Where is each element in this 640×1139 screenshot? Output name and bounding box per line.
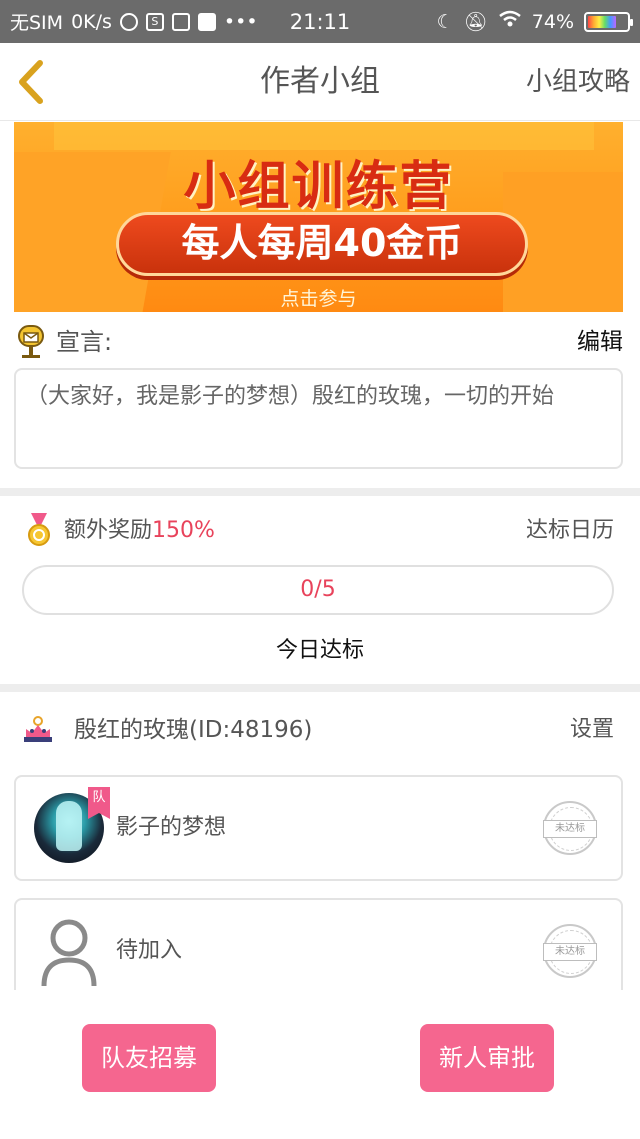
member-name: 待加入 xyxy=(116,938,183,963)
database-icon xyxy=(171,12,190,31)
mail-icon xyxy=(197,12,216,31)
planet-icon xyxy=(119,12,138,31)
more-dots-icon: ••• xyxy=(223,10,258,33)
mailbox-icon xyxy=(16,324,46,360)
not-reached-stamp-icon: 未达标 xyxy=(543,924,597,978)
section-divider xyxy=(0,684,640,692)
battery-icon xyxy=(584,11,633,32)
nav-bar: 作者小组 小组攻略 xyxy=(0,43,640,121)
recruit-teammates-button[interactable]: 队友招募 xyxy=(82,1024,216,1092)
captain-badge: 队 xyxy=(88,787,110,819)
member-card[interactable]: 队 影子的梦想 未达标 xyxy=(14,775,623,881)
person-placeholder-icon xyxy=(40,918,98,988)
footer-bar: 队友招募 新人审批 xyxy=(0,990,640,1139)
carrier-label: 无SIM xyxy=(10,12,64,34)
medal-icon xyxy=(27,513,51,547)
app-s-icon: S xyxy=(145,12,164,31)
team-crown-icon xyxy=(22,713,54,745)
section-divider xyxy=(0,488,640,496)
goal-calendar-link[interactable]: 达标日历 xyxy=(526,514,614,548)
edit-declaration-button[interactable]: 编辑 xyxy=(577,324,623,360)
daily-progress-bar: 0/5 xyxy=(22,565,614,615)
team-name: 殷红的玫瑰(ID:48196) xyxy=(74,717,313,743)
banner-reward-pill: 每人每周40金币 xyxy=(116,212,528,276)
moon-icon: ☾ xyxy=(436,10,454,33)
declaration-text: （大家好，我是影子的梦想）殷红的玫瑰，一切的开始 xyxy=(14,368,623,469)
training-camp-banner[interactable]: 小组训练营 每人每周40金币 点击参与 xyxy=(14,122,623,312)
network-speed: 0K/s xyxy=(71,10,112,33)
member-card[interactable]: 待加入 未达标 xyxy=(14,898,623,1004)
group-guide-link[interactable]: 小组攻略 xyxy=(526,43,630,121)
status-bar: 无SIM 0K/s S ••• 21:11 ☾ 🔕︎ 74% xyxy=(0,0,640,43)
today-goal-label: 今日达标 xyxy=(275,638,364,663)
stamp-label: 未达标 xyxy=(543,820,597,838)
wifi-icon xyxy=(498,10,522,33)
mute-bell-icon: 🔕︎ xyxy=(463,11,488,33)
battery-percent: 74% xyxy=(531,10,574,33)
declaration-label: 宣言: xyxy=(56,328,113,356)
declaration-header: 宣言: 编辑 xyxy=(14,322,623,362)
progress-text: 0/5 xyxy=(300,577,336,602)
not-reached-stamp-icon: 未达标 xyxy=(543,801,597,855)
member-name: 影子的梦想 xyxy=(116,815,227,840)
banner-join-text: 点击参与 xyxy=(280,288,357,310)
stamp-label: 未达标 xyxy=(543,943,597,961)
approve-new-members-button[interactable]: 新人审批 xyxy=(420,1024,554,1092)
banner-title: 小组训练营 xyxy=(183,157,454,217)
team-settings-button[interactable]: 设置 xyxy=(570,712,614,748)
extra-reward-percent: 150% xyxy=(152,518,215,543)
extra-reward-label: 额外奖励 xyxy=(64,518,153,543)
extra-reward: 额外奖励150% xyxy=(64,514,215,548)
